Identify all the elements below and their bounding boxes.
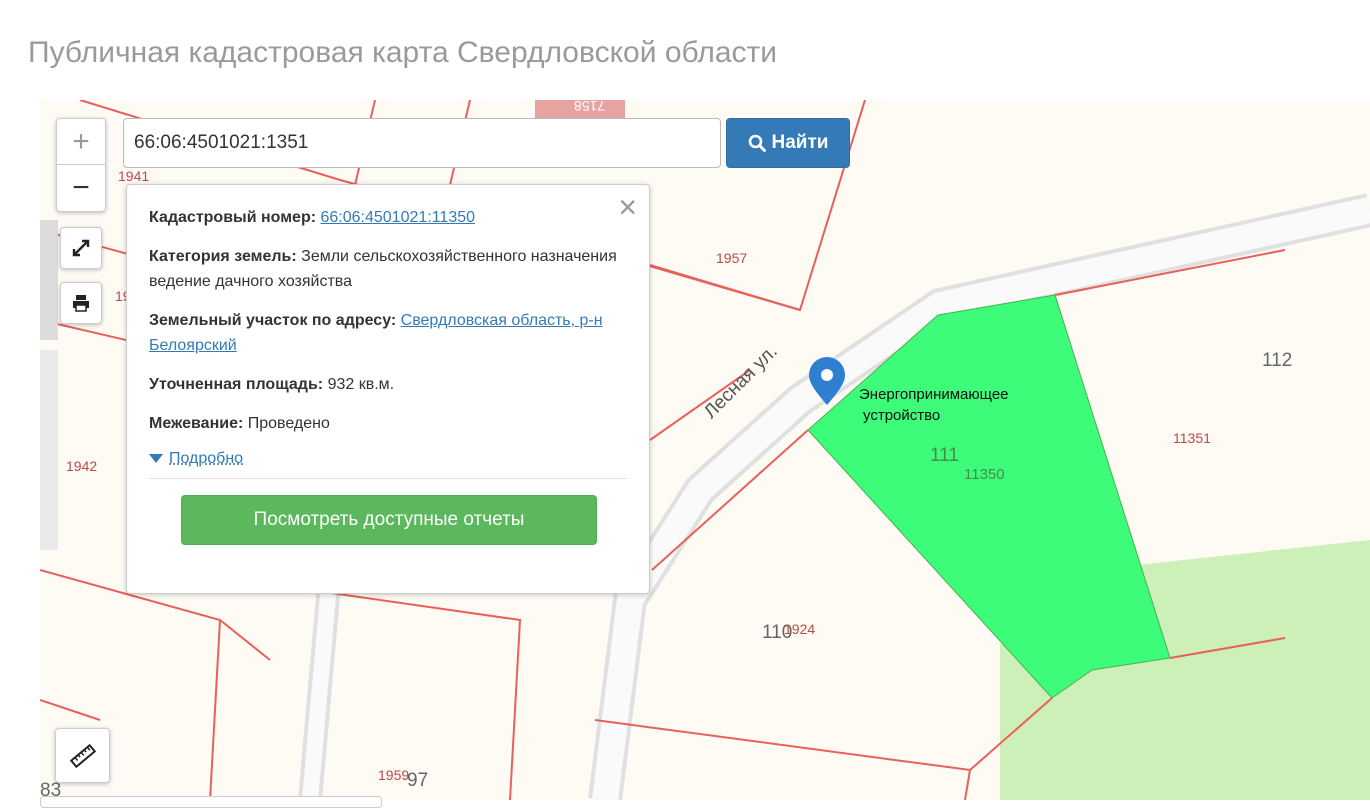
print-button[interactable] <box>60 282 102 324</box>
map-label: 111 <box>930 445 959 467</box>
area-value: 932 кв.м. <box>328 376 395 393</box>
caret-down-icon <box>149 454 163 464</box>
category-row: Категория земель: Земли сельскохозяйстве… <box>149 244 627 294</box>
category-use: ведение дачного хозяйства <box>149 273 352 290</box>
cadastral-link[interactable]: 66:06:4501021:11350 <box>321 209 476 226</box>
divider <box>149 478 627 479</box>
view-reports-button[interactable]: Посмотреть доступные отчеты <box>181 495 597 545</box>
search-icon <box>748 134 766 152</box>
map-label: 1942 <box>66 458 97 474</box>
map-label: 1941 <box>118 168 149 184</box>
search-button-label: Найти <box>772 132 829 154</box>
page-title: Публичная кадастровая карта Свердловской… <box>28 36 777 70</box>
zoom-out-button[interactable]: − <box>57 165 105 210</box>
map-label: 7158 <box>574 100 605 114</box>
cadastral-row: Кадастровый номер: 66:06:4501021:11350 <box>149 205 627 230</box>
map-label: 112 <box>1262 350 1292 372</box>
fullscreen-icon <box>71 238 91 258</box>
search-button[interactable]: Найти <box>726 118 850 168</box>
map-label: 11351 <box>1173 430 1211 446</box>
print-icon <box>71 293 91 313</box>
ruler-button[interactable] <box>55 728 110 783</box>
category-value: Земли сельскохозяйственного назначения <box>301 248 617 265</box>
address-row: Земельный участок по адресу: Свердловска… <box>149 308 627 358</box>
parcel-info-popup: × Кадастровый номер: 66:06:4501021:11350… <box>126 184 650 594</box>
map-label: 1957 <box>716 250 747 266</box>
survey-value: Проведено <box>248 415 330 432</box>
map-label: 11350 <box>964 466 1005 483</box>
ruler-icon <box>70 743 96 769</box>
zoom-control: + − <box>56 118 106 212</box>
bottom-panel <box>40 796 382 808</box>
more-details-toggle[interactable]: Подробно <box>149 450 627 468</box>
area-row: Уточненная площадь: 932 кв.м. <box>149 372 627 397</box>
marker-label: Энергопринимающее устройство <box>859 384 1009 426</box>
map-label: 1959 <box>378 767 409 783</box>
close-icon[interactable]: × <box>618 191 637 223</box>
map-label: 97 <box>407 770 428 792</box>
zoom-in-button[interactable]: + <box>57 119 105 165</box>
map-label: 1924 <box>784 621 815 637</box>
search-input[interactable] <box>123 118 721 168</box>
fullscreen-button[interactable] <box>60 227 102 269</box>
survey-row: Межевание: Проведено <box>149 411 627 436</box>
